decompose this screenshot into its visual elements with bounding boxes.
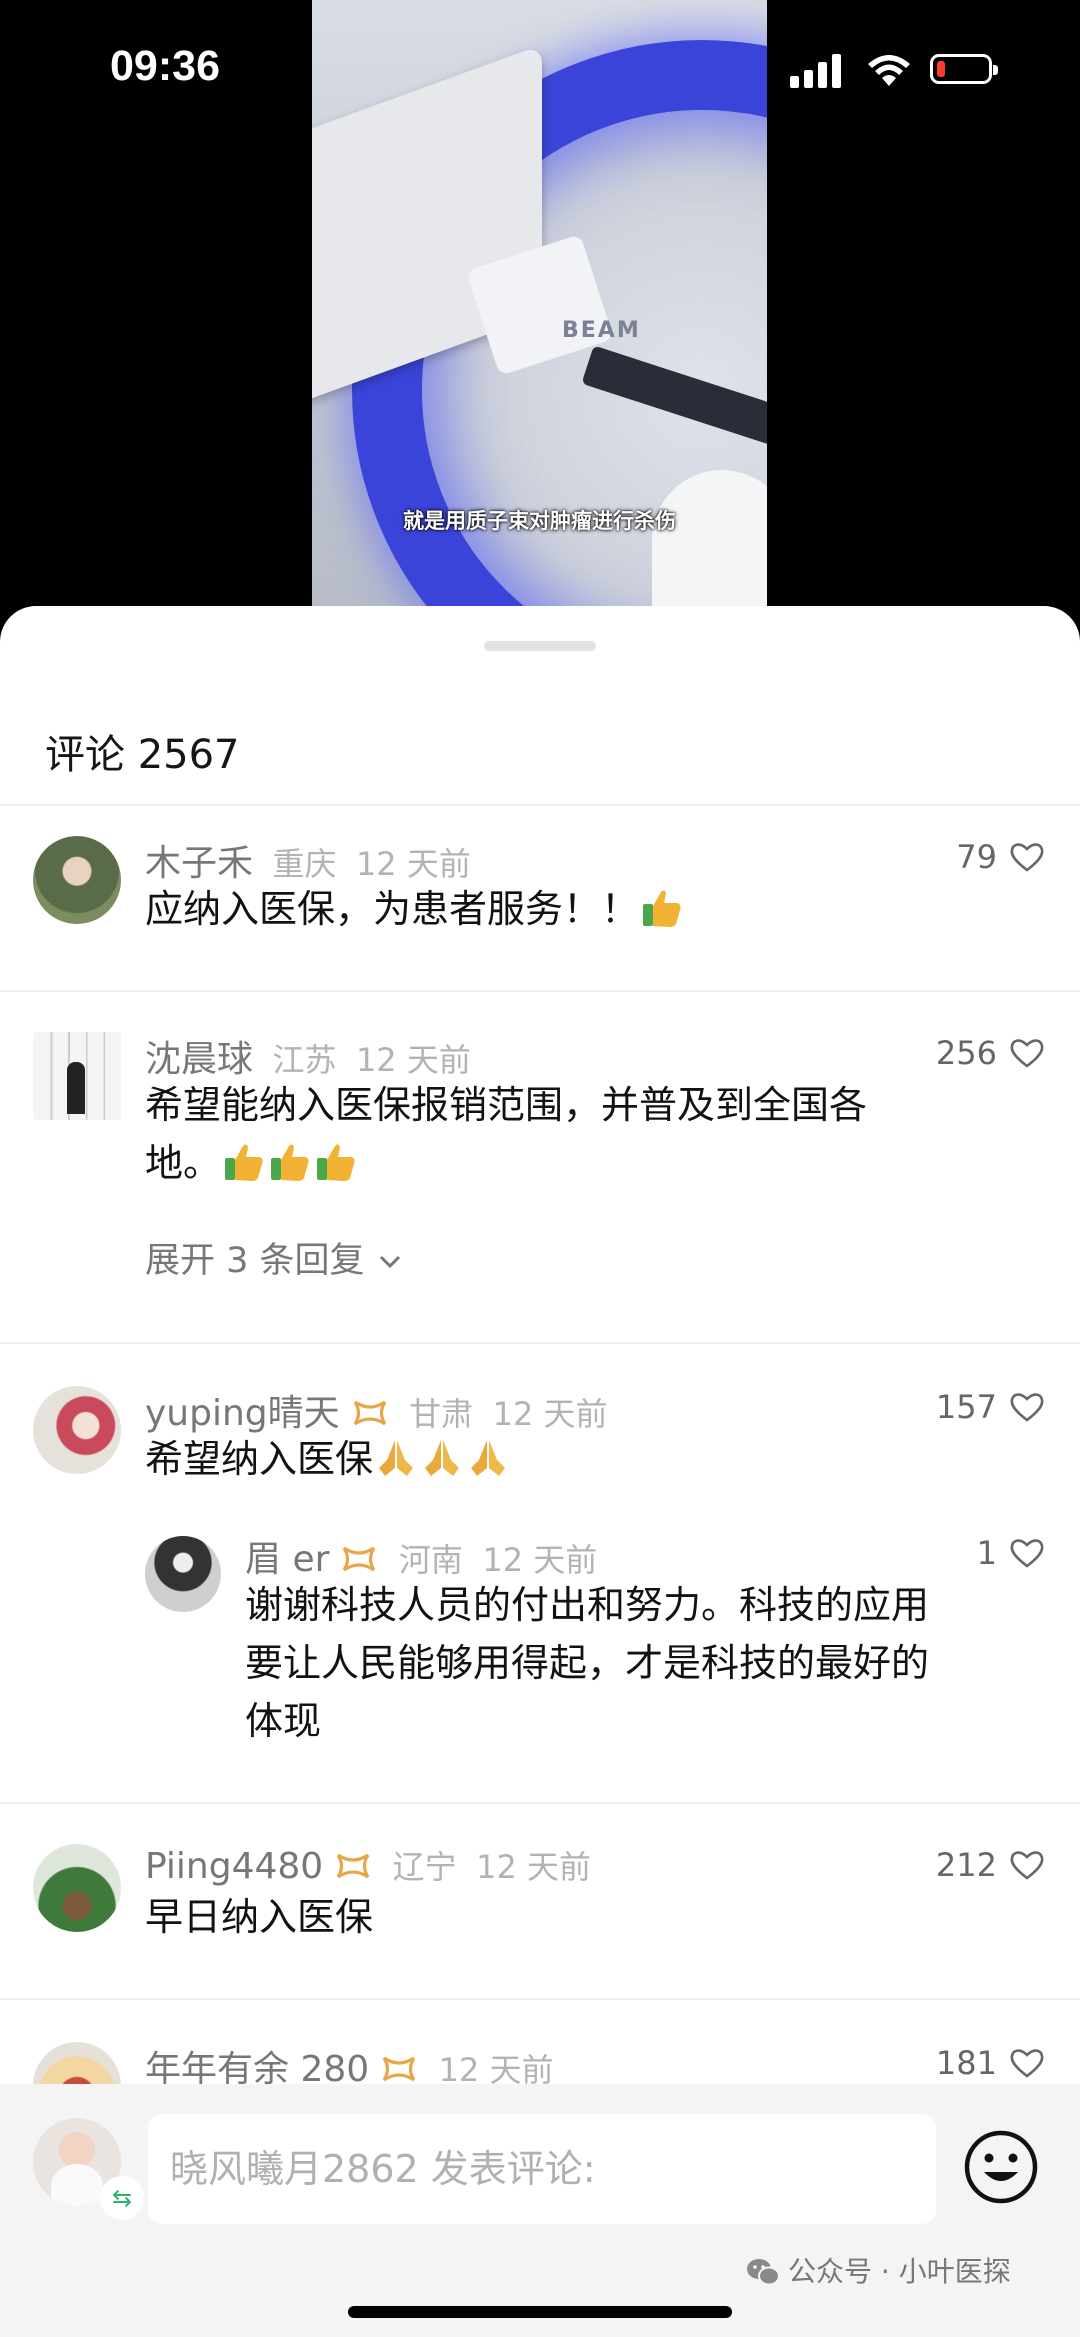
comment-input-bar: ⇆ 晓风曦月2862 发表评论: 公众号 · 小叶医探 xyxy=(0,2084,1080,2337)
comment-location: 辽宁 xyxy=(392,1848,457,1886)
heart-icon[interactable] xyxy=(1009,841,1045,873)
comment-text-content: 早日纳入医保 xyxy=(145,1895,374,1939)
reply-text[interactable]: 谢谢科技人员的付出和努力。科技的应用 要让人民能够用得起，才是科技的最好的 体现 xyxy=(245,1576,1045,1750)
comment-divider xyxy=(0,1802,1080,1804)
like-group[interactable]: 181 xyxy=(936,2044,1045,2082)
like-count: 212 xyxy=(935,1846,997,1884)
comment-text-content: 应纳入医保，为患者服务！！ xyxy=(145,887,640,931)
cellular-signal-icon xyxy=(790,52,842,88)
fan-badge-icon xyxy=(336,1853,370,1879)
avatar[interactable] xyxy=(145,1536,221,1612)
comment-text-content: 地。 xyxy=(145,1141,222,1185)
chevron-down-icon xyxy=(379,1255,400,1269)
reply-text-line: 谢谢科技人员的付出和努力。科技的应用 xyxy=(245,1583,930,1627)
like-group[interactable]: 79 xyxy=(956,838,1045,876)
video-frame[interactable]: BEAM 就是用质子束对肿瘤进行杀伤 xyxy=(312,0,767,610)
comment-username[interactable]: 木子禾 xyxy=(145,843,253,884)
like-count: 181 xyxy=(935,2044,997,2082)
reply-text-line: 体现 xyxy=(245,1699,322,1743)
reply-text-line: 要让人民能够用得起，才是科技的最好的 xyxy=(245,1641,930,1685)
comment-text-line: 希望能纳入医保报销范围，并普及到全国各 xyxy=(145,1083,868,1127)
praying-hands-emoji-icon xyxy=(425,1440,460,1476)
comment-sheet: 评论 2567 木子禾 重庆 12 天前 79 应纳入医保，为患者服务！！ 沈晨… xyxy=(0,606,1080,2337)
thumbs-up-emoji-icon xyxy=(317,1144,355,1181)
status-time: 09:36 xyxy=(110,42,220,90)
fan-badge-icon xyxy=(343,1546,376,1572)
comment-username[interactable]: 沈晨球 xyxy=(145,1039,253,1080)
avatar[interactable] xyxy=(33,1386,121,1474)
thumbs-up-emoji-icon xyxy=(643,890,681,927)
thumbs-up-emoji-icon xyxy=(271,1144,309,1181)
comment-divider xyxy=(0,1998,1080,2000)
battery-icon xyxy=(930,54,998,84)
machine-label: BEAM xyxy=(562,318,641,343)
home-indicator[interactable] xyxy=(348,2306,732,2318)
like-count: 79 xyxy=(956,838,997,876)
wifi-icon xyxy=(868,55,910,86)
fan-badge-icon xyxy=(382,2056,416,2082)
comment-user-line: yuping晴天 甘肃 12 天前 xyxy=(145,1384,607,1436)
reply-location: 河南 xyxy=(398,1541,463,1579)
comment-divider xyxy=(0,990,1080,992)
comment-username[interactable]: yuping晴天 xyxy=(145,1393,340,1434)
comment-username[interactable]: 年年有余 280 xyxy=(145,2049,369,2086)
comment-input[interactable]: 晓风曦月2862 发表评论: xyxy=(148,2114,936,2224)
comment-text[interactable]: 应纳入医保，为患者服务！！ xyxy=(145,880,1025,938)
heart-icon[interactable] xyxy=(1009,1391,1045,1423)
comment-user-line: 沈晨球 江苏 12 天前 xyxy=(145,1030,471,1082)
praying-hands-emoji-icon xyxy=(471,1440,506,1476)
watermark-text: 公众号 · 小叶医探 xyxy=(788,2255,1011,2288)
comment-text[interactable]: 早日纳入医保 xyxy=(145,1888,1025,1946)
like-count: 1 xyxy=(976,1534,997,1572)
comment-location: 江苏 xyxy=(272,1041,337,1079)
reply-username[interactable]: 眉 er xyxy=(245,1539,329,1580)
comment-input-placeholder: 晓风曦月2862 发表评论: xyxy=(170,2147,596,2191)
fan-badge-icon xyxy=(353,1400,387,1426)
comment-text[interactable]: 希望能纳入医保报销范围，并普及到全国各 地。 xyxy=(145,1076,1025,1192)
reply-time: 12 天前 xyxy=(482,1541,598,1579)
comment-username[interactable]: Piing4480 xyxy=(145,1846,323,1887)
watermark: 公众号 · 小叶医探 xyxy=(746,2250,1011,2290)
comment-user-line: 木子禾 重庆 12 天前 xyxy=(145,834,471,886)
comment-list[interactable]: 木子禾 重庆 12 天前 79 应纳入医保，为患者服务！！ 沈晨球 江苏 12 … xyxy=(0,606,1080,2086)
comment-location: 甘肃 xyxy=(409,1395,474,1433)
heart-icon[interactable] xyxy=(1009,1537,1045,1569)
comment-divider xyxy=(0,1342,1080,1344)
comment-time: 12 天前 xyxy=(492,1395,608,1433)
avatar[interactable] xyxy=(33,1032,121,1120)
video-player[interactable]: BEAM 就是用质子束对肿瘤进行杀伤 09:36 xyxy=(0,0,1080,640)
reply-user-line: 眉 er 河南 12 天前 xyxy=(245,1530,597,1582)
praying-hands-emoji-icon xyxy=(379,1440,414,1476)
comment-text-content: 希望纳入医保 xyxy=(145,1437,374,1481)
comment-user-line: 年年有余 280 12 天前 xyxy=(145,2040,554,2086)
heart-icon[interactable] xyxy=(1009,1849,1045,1881)
like-count: 256 xyxy=(935,1034,997,1072)
like-group[interactable]: 212 xyxy=(936,1846,1045,1884)
thumbs-up-emoji-icon xyxy=(225,1144,263,1181)
avatar[interactable] xyxy=(33,2042,121,2086)
video-subtitle: 就是用质子束对肿瘤进行杀伤 xyxy=(403,509,676,533)
comment-text[interactable]: 希望纳入医保 xyxy=(145,1430,1025,1488)
avatar[interactable] xyxy=(33,1844,121,1932)
like-group[interactable]: 256 xyxy=(936,1034,1045,1072)
comment-time: 12 天前 xyxy=(438,2051,554,2086)
comment-time: 12 天前 xyxy=(355,845,471,883)
expand-replies-label: 展开 3 条回复 xyxy=(145,1241,365,1281)
comment-user-line: Piing4480 辽宁 12 天前 xyxy=(145,1842,591,1888)
comment-location: 重庆 xyxy=(272,845,337,883)
switch-account-icon[interactable]: ⇆ xyxy=(100,2176,144,2220)
expand-replies-button[interactable]: 展开 3 条回复 xyxy=(145,1232,401,1283)
emoji-icon[interactable] xyxy=(962,2128,1040,2206)
status-icons xyxy=(790,52,1010,92)
heart-icon[interactable] xyxy=(1009,2047,1045,2079)
like-count: 157 xyxy=(935,1388,997,1426)
wechat-icon xyxy=(747,2259,780,2286)
comment-text-line: 地。 xyxy=(145,1134,1025,1192)
heart-icon[interactable] xyxy=(1009,1037,1045,1069)
like-group[interactable]: 1 xyxy=(977,1534,1045,1572)
like-group[interactable]: 157 xyxy=(936,1388,1045,1426)
comment-time: 12 天前 xyxy=(355,1041,471,1079)
comment-time: 12 天前 xyxy=(476,1848,592,1886)
avatar[interactable] xyxy=(33,836,121,924)
